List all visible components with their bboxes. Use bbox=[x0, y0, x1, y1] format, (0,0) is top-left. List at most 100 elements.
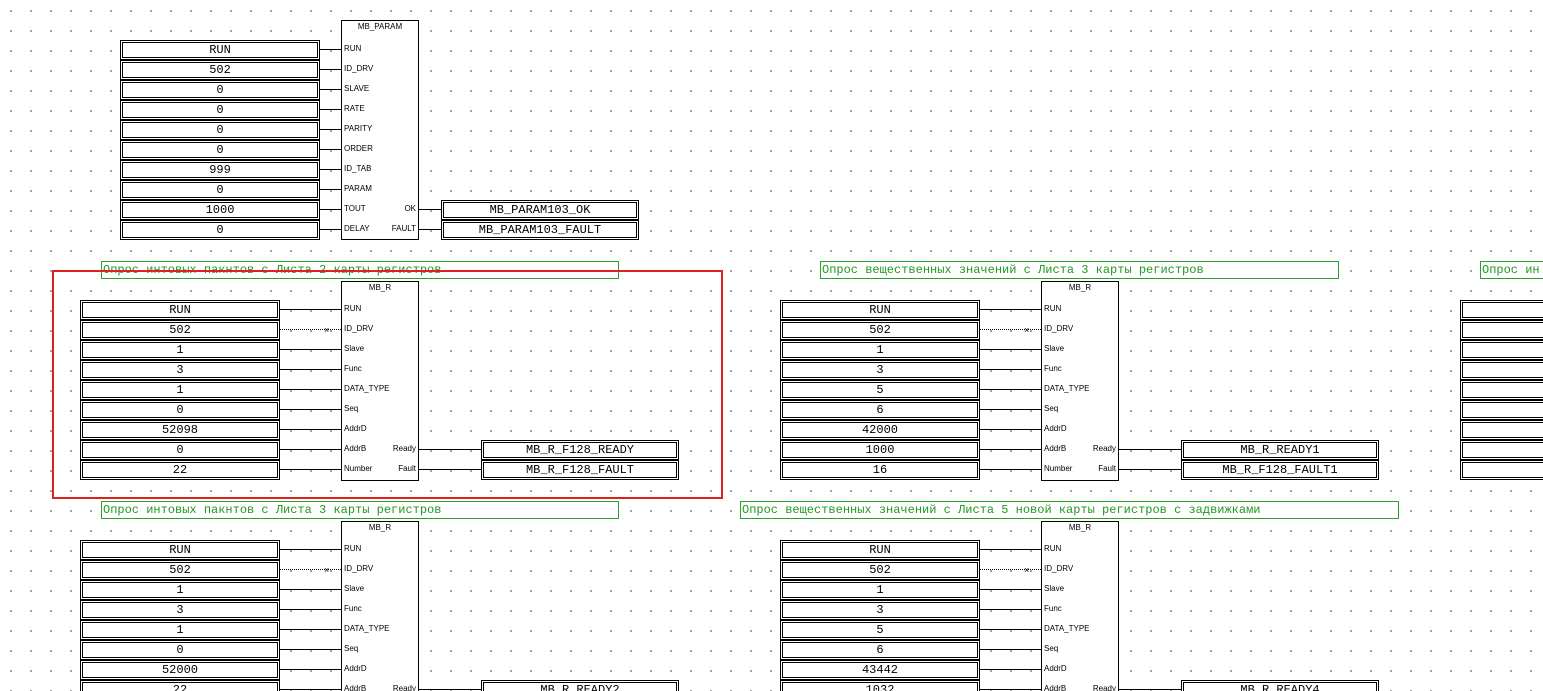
const-func[interactable]: 3 bbox=[80, 600, 280, 620]
mb-r-block-2[interactable]: MB_R RUN ID_DRV Slave Func DATA_TYPE Seq… bbox=[1041, 281, 1119, 481]
const-addrb[interactable]: 1000 bbox=[780, 440, 980, 460]
const-func[interactable]: 3 bbox=[780, 600, 980, 620]
const-id-drv[interactable]: 502 bbox=[780, 320, 980, 340]
pin-parity[interactable]: PARITY bbox=[344, 124, 372, 134]
const-partial[interactable] bbox=[1460, 420, 1543, 440]
const-number[interactable]: 16 bbox=[780, 460, 980, 480]
pin-fault[interactable]: FAULT bbox=[392, 224, 416, 234]
pin-ready[interactable]: Ready bbox=[1093, 684, 1116, 691]
const-slave[interactable]: 1 bbox=[780, 580, 980, 600]
const-slave[interactable]: 0 bbox=[120, 80, 320, 100]
pin-id-drv[interactable]: ID_DRV bbox=[1044, 324, 1073, 334]
var-ready[interactable]: MB_R_READY4 bbox=[1181, 680, 1379, 691]
const-id-drv[interactable]: 502 bbox=[80, 560, 280, 580]
var-fault[interactable]: MB_R_F128_FAULT1 bbox=[1181, 460, 1379, 480]
const-id-tab[interactable]: 999 bbox=[120, 160, 320, 180]
pin-slave[interactable]: Slave bbox=[1044, 584, 1064, 594]
const-run[interactable]: RUN bbox=[80, 540, 280, 560]
pin-id-tab[interactable]: ID_TAB bbox=[344, 164, 371, 174]
pin-addrb[interactable]: AddrB bbox=[1044, 684, 1066, 691]
const-addrd[interactable]: 42000 bbox=[780, 420, 980, 440]
const-partial[interactable] bbox=[1460, 460, 1543, 480]
const-run[interactable]: RUN bbox=[780, 540, 980, 560]
const-id-drv[interactable]: 502 bbox=[780, 560, 980, 580]
pin-func[interactable]: Func bbox=[1044, 604, 1062, 614]
pin-tout[interactable]: TOUT bbox=[344, 204, 366, 214]
const-partial[interactable] bbox=[1460, 300, 1543, 320]
var-ready[interactable]: MB_R_READY1 bbox=[1181, 440, 1379, 460]
pin-data-type[interactable]: DATA_TYPE bbox=[1044, 384, 1090, 394]
const-parity[interactable]: 0 bbox=[120, 120, 320, 140]
const-partial[interactable] bbox=[1460, 400, 1543, 420]
var-ready[interactable]: MB_R_READY2 bbox=[481, 680, 679, 691]
const-partial[interactable] bbox=[1460, 380, 1543, 400]
pin-data-type[interactable]: DATA_TYPE bbox=[344, 624, 390, 634]
pin-addrd[interactable]: AddrD bbox=[1044, 424, 1067, 434]
pin-run[interactable]: RUN bbox=[1044, 304, 1061, 314]
const-seq[interactable]: 6 bbox=[780, 640, 980, 660]
pin-data-type[interactable]: DATA_TYPE bbox=[1044, 624, 1090, 634]
pin-fault[interactable]: Fault bbox=[1098, 464, 1116, 474]
const-partial[interactable] bbox=[1460, 440, 1543, 460]
pin-order[interactable]: ORDER bbox=[344, 144, 373, 154]
const-addrb[interactable]: 22 bbox=[80, 680, 280, 691]
pin-seq[interactable]: Seq bbox=[1044, 404, 1058, 414]
var-mb-param-ok[interactable]: MB_PARAM103_OK bbox=[441, 200, 639, 220]
pin-delay[interactable]: DELAY bbox=[344, 224, 370, 234]
comment-block-4[interactable]: Опрос интовых пакнтов с Листа 3 карты ре… bbox=[101, 501, 619, 519]
const-addrb[interactable]: 1032 bbox=[780, 680, 980, 691]
const-order[interactable]: 0 bbox=[120, 140, 320, 160]
const-slave[interactable]: 1 bbox=[80, 580, 280, 600]
pin-addrd[interactable]: AddrD bbox=[1044, 664, 1067, 674]
const-seq[interactable]: 0 bbox=[80, 640, 280, 660]
var-mb-param-fault[interactable]: MB_PARAM103_FAULT bbox=[441, 220, 639, 240]
const-partial[interactable] bbox=[1460, 360, 1543, 380]
pin-param[interactable]: PARAM bbox=[344, 184, 372, 194]
const-slave[interactable]: 1 bbox=[780, 340, 980, 360]
pin-run[interactable]: RUN bbox=[1044, 544, 1061, 554]
pin-ready[interactable]: Ready bbox=[1093, 444, 1116, 454]
pin-addrb[interactable]: AddrB bbox=[1044, 444, 1066, 454]
pin-slave[interactable]: SLAVE bbox=[344, 84, 369, 94]
pin-addrd[interactable]: AddrD bbox=[344, 664, 367, 674]
const-run[interactable]: RUN bbox=[780, 300, 980, 320]
pin-number[interactable]: Number bbox=[1044, 464, 1072, 474]
const-rate[interactable]: 0 bbox=[120, 100, 320, 120]
comment-block-5[interactable]: Опрос вещественных значений с Листа 5 но… bbox=[740, 501, 1399, 519]
selection-rectangle[interactable] bbox=[52, 270, 723, 499]
pin-rate[interactable]: RATE bbox=[344, 104, 365, 114]
pin-id-drv[interactable]: ID_DRV bbox=[344, 564, 373, 574]
mb-r-block-3[interactable]: MB_R RUN ID_DRV Slave Func DATA_TYPE Seq… bbox=[341, 521, 419, 691]
const-partial[interactable] bbox=[1460, 340, 1543, 360]
pin-id-drv[interactable]: ID_DRV bbox=[344, 64, 373, 74]
const-addrd[interactable]: 52000 bbox=[80, 660, 280, 680]
pin-seq[interactable]: Seq bbox=[344, 644, 358, 654]
const-seq[interactable]: 6 bbox=[780, 400, 980, 420]
const-param[interactable]: 0 bbox=[120, 180, 320, 200]
const-addrd[interactable]: 43442 bbox=[780, 660, 980, 680]
pin-slave[interactable]: Slave bbox=[1044, 344, 1064, 354]
pin-run[interactable]: RUN bbox=[344, 544, 361, 554]
pin-seq[interactable]: Seq bbox=[1044, 644, 1058, 654]
pin-func[interactable]: Func bbox=[344, 604, 362, 614]
const-data-type[interactable]: 5 bbox=[780, 620, 980, 640]
const-partial[interactable] bbox=[1460, 320, 1543, 340]
pin-slave[interactable]: Slave bbox=[344, 584, 364, 594]
const-data-type[interactable]: 5 bbox=[780, 380, 980, 400]
const-delay[interactable]: 0 bbox=[120, 220, 320, 240]
const-tout[interactable]: 1000 bbox=[120, 200, 320, 220]
pin-func[interactable]: Func bbox=[1044, 364, 1062, 374]
pin-ready[interactable]: Ready bbox=[393, 684, 416, 691]
const-func[interactable]: 3 bbox=[780, 360, 980, 380]
comment-block-2[interactable]: Опрос вещественных значений с Листа 3 ка… bbox=[820, 261, 1339, 279]
const-id-drv[interactable]: 502 bbox=[120, 60, 320, 80]
pin-id-drv[interactable]: ID_DRV bbox=[1044, 564, 1073, 574]
mb-r-block-4[interactable]: MB_R RUN ID_DRV Slave Func DATA_TYPE Seq… bbox=[1041, 521, 1119, 691]
fbd-canvas[interactable]: MB_PARAM RUN ID_DRV SLAVE RATE PARITY OR… bbox=[0, 0, 1543, 691]
pin-addrb[interactable]: AddrB bbox=[344, 684, 366, 691]
pin-run[interactable]: RUN bbox=[344, 44, 361, 54]
comment-block-3[interactable]: Опрос ин bbox=[1480, 261, 1543, 279]
const-run[interactable]: RUN bbox=[120, 40, 320, 60]
pin-ok[interactable]: OK bbox=[404, 204, 416, 214]
mb-param-block[interactable]: MB_PARAM RUN ID_DRV SLAVE RATE PARITY OR… bbox=[341, 20, 419, 240]
